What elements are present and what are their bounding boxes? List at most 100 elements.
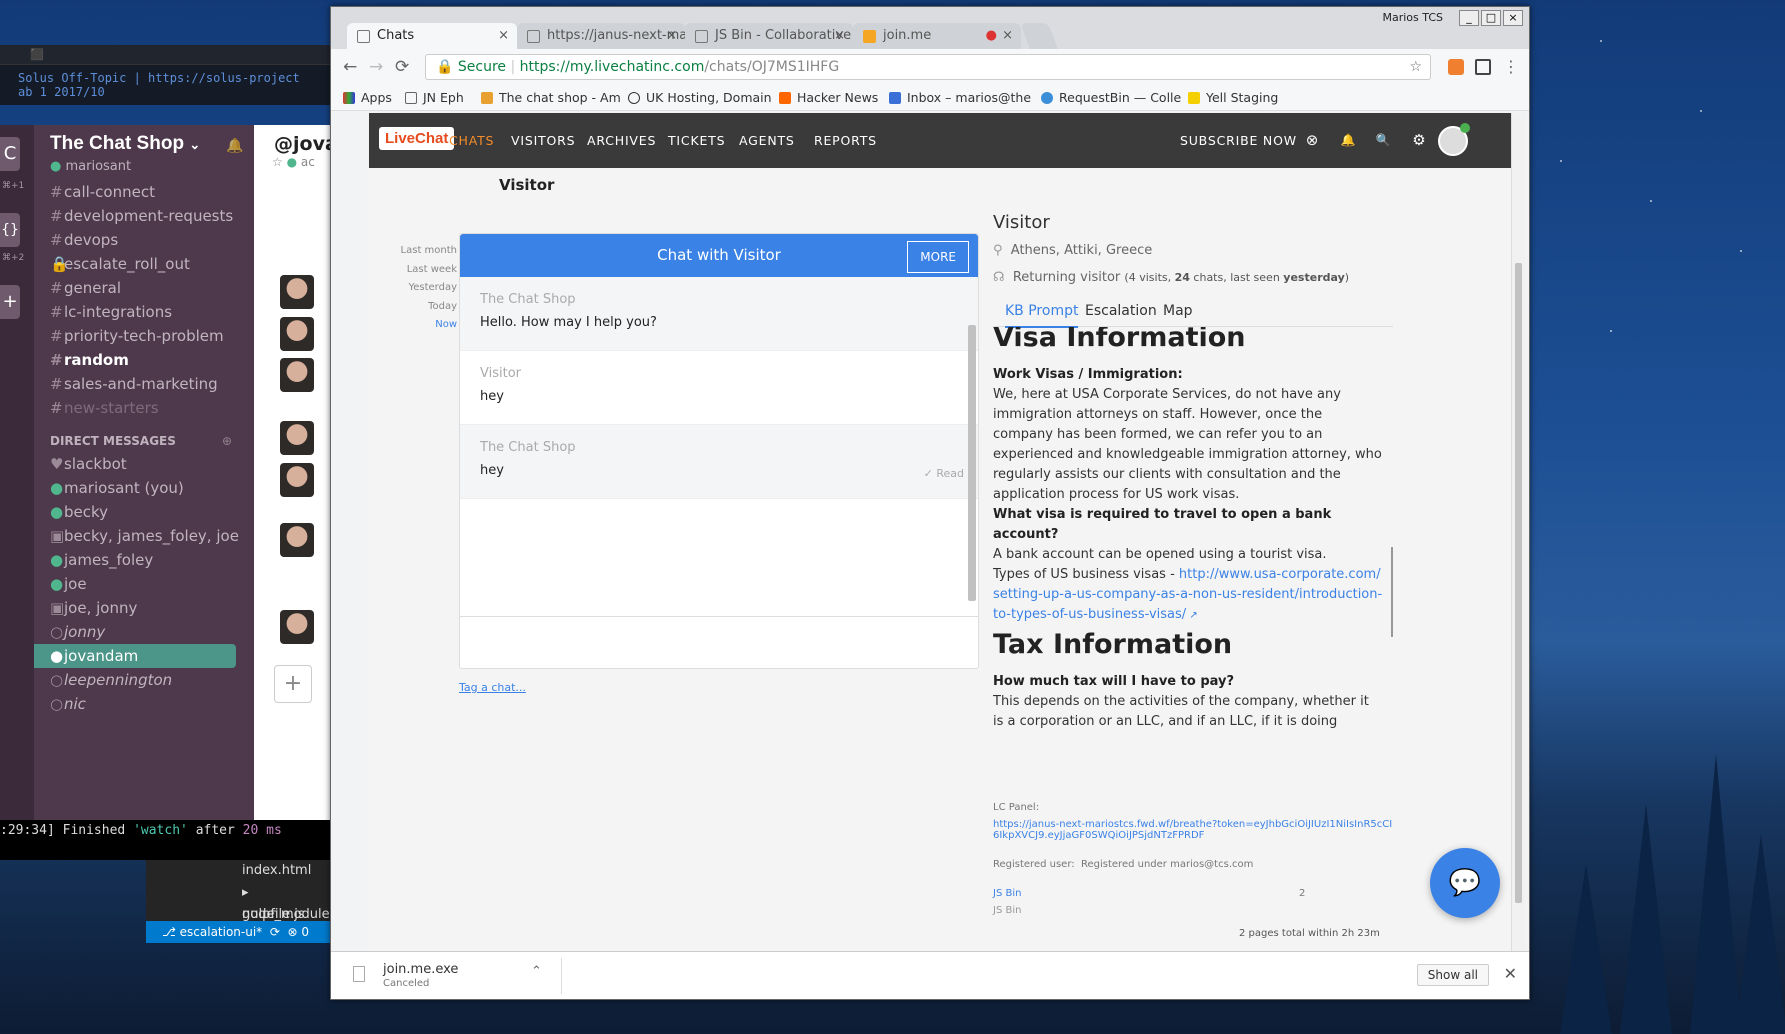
kb-scrollbar[interactable] [1391,547,1393,637]
sidebar-dm-joe[interactable]: ●joe [34,572,254,596]
sidebar-channel-sales-and-marketing[interactable]: #sales-and-marketing [34,372,254,396]
download-filename[interactable]: join.me.exe [383,962,458,977]
timeline-label[interactable]: Today [369,301,457,312]
close-window-button[interactable]: × [1503,10,1523,26]
reload-icon[interactable]: ⟳ [395,57,409,77]
sidebar-channel-general[interactable]: #general [34,276,254,300]
bell-icon[interactable]: 🔔 [226,137,243,154]
sidebar-channel-devops[interactable]: #devops [34,228,254,252]
more-button[interactable]: MORE [907,241,969,273]
tab-kb-prompt[interactable]: KB Prompt [1005,303,1079,328]
bookmark-item[interactable]: Hacker News [779,90,878,105]
extension-icon[interactable] [1475,59,1491,75]
back-icon[interactable]: ← [343,57,357,77]
item-label: becky [64,503,109,521]
chat-message-input[interactable] [460,616,978,668]
bell-icon[interactable]: 🔔 [1337,129,1359,151]
close-icon[interactable]: ✕ [1504,964,1517,983]
sidebar-channel-escalate_roll_out[interactable]: 🔒escalate_roll_out [34,252,254,276]
timeline-label[interactable]: Last week [369,264,457,275]
sync-icon[interactable]: ⟳ [270,925,280,939]
nav-chats[interactable]: CHATS [449,113,494,168]
tab-janus[interactable]: https://janus-next-ma × [517,23,685,49]
help-icon[interactable]: ⊗ [1301,129,1323,151]
page-scrollbar[interactable] [1511,113,1525,952]
sidebar-channel-priority-tech-problem[interactable]: #priority-tech-problem [34,324,254,348]
bookmark-item[interactable]: The chat shop - Am [481,90,621,105]
close-tab-icon[interactable]: × [498,23,509,49]
sidebar-dm-jovandam[interactable]: ●jovandam [34,644,236,668]
add-workspace-button[interactable]: + [0,285,20,319]
jsbin-link[interactable]: JS Bin [993,888,1021,899]
nav-tickets[interactable]: TICKETS [668,113,725,168]
nav-agents[interactable]: AGENTS [739,113,795,168]
maximize-button[interactable]: □ [1481,10,1501,26]
sidebar-dm-leepennington[interactable]: ○leepennington [34,668,254,692]
close-tab-icon[interactable]: × [666,23,677,49]
forward-icon[interactable]: → [369,57,383,77]
gear-icon[interactable]: ⚙ [1408,129,1430,151]
sidebar-dm-slackbot[interactable]: ♥slackbot [34,452,254,476]
sidebar-channel-lc-integrations[interactable]: #lc-integrations [34,300,254,324]
bookmark-star-icon[interactable]: ☆ [1409,55,1422,79]
sidebar-dm-nic[interactable]: ○nic [34,692,254,716]
chat-scrollbar[interactable] [967,277,977,617]
bookmark-item[interactable]: Inbox – marios@the [889,90,1031,105]
error-count[interactable]: ⊗ 0 [288,925,310,939]
sidebar-dm-becky[interactable]: ●becky [34,500,254,524]
bookmark-item[interactable]: RequestBin — Colle [1041,90,1181,105]
add-dm-icon[interactable]: ⊕ [222,434,232,448]
sidebar-channel-call-connect[interactable]: #call-connect [34,180,254,204]
timeline-label[interactable]: Last month [369,245,457,256]
subscribe-now-link[interactable]: SUBSCRIBE NOW [1180,113,1297,168]
show-all-button[interactable]: Show all [1416,964,1489,986]
tab-jsbin[interactable]: JS Bin - Collaborative × [685,23,853,49]
tab-escalation[interactable]: Escalation [1085,303,1157,319]
bookmark-apps[interactable]: Apps [343,90,392,105]
tab-chats[interactable]: Chats × [347,23,517,49]
globe-icon [1041,92,1053,104]
page-icon [405,92,417,104]
tab-joinme[interactable]: join.me ● × [853,23,1021,49]
chat-bubble-button[interactable]: 💬 [1430,848,1500,918]
workspace-c[interactable]: C [0,137,20,171]
workspace-code[interactable]: {} [0,213,20,247]
chevron-up-icon[interactable]: ⌃ [531,964,542,979]
minimize-button[interactable]: _ [1459,10,1479,26]
chat-header: Chat with Visitor MORE [460,234,978,277]
star-icon[interactable]: ☆ [272,155,283,169]
bookmark-item[interactable]: Yell Staging [1188,90,1278,105]
bookmark-item[interactable]: UK Hosting, Domain [628,90,772,105]
close-tab-icon[interactable]: × [834,23,845,49]
compose-plus-button[interactable]: + [274,665,312,703]
tag-chat-link[interactable]: Tag a chat... [459,681,526,694]
sidebar-dm-jonny[interactable]: ○jonny [34,620,254,644]
timeline-label[interactable]: Now [369,319,457,330]
livechat-logo[interactable]: LiveChat [379,127,455,150]
tab-map[interactable]: Map [1163,303,1193,319]
file-item[interactable]: index.html [146,860,340,882]
extension-icon[interactable] [1448,59,1464,75]
folder-item[interactable]: ▸ node_modules [146,882,340,922]
sidebar-dm-mariosant-you-[interactable]: ●mariosant (you) [34,476,254,500]
tab-title: JS Bin - Collaborative [715,28,852,43]
nav-visitors[interactable]: VISITORS [511,113,575,168]
sidebar-channel-development-requests[interactable]: #development-requests [34,204,254,228]
new-tab-button[interactable] [1020,23,1058,49]
menu-icon[interactable]: ⋮ [1503,57,1519,76]
sidebar-channel-random[interactable]: #random [34,348,254,372]
url-input[interactable]: 🔒 Secure | https://my.livechatinc.com/ch… [425,54,1431,80]
timeline-label[interactable]: Yesterday [369,282,457,293]
sidebar-dm-becky-james_foley-joe[interactable]: ▣becky, james_foley, joe [34,524,254,548]
sidebar-dm-joe-jonny[interactable]: ▣joe, jonny [34,596,254,620]
git-branch[interactable]: ⎇ escalation-ui* [162,925,262,939]
nav-reports[interactable]: REPORTS [814,113,877,168]
sidebar-dm-james_foley[interactable]: ●james_foley [34,548,254,572]
search-icon[interactable]: 🔍 [1372,129,1394,151]
lc-panel-link[interactable]: https://janus-next-mariostcs.fwd.wf/brea… [993,819,1392,841]
close-tab-icon[interactable]: × [1002,23,1013,49]
sidebar-channel-new-starters[interactable]: #new-starters [34,396,254,420]
nav-archives[interactable]: ARCHIVES [587,113,656,168]
team-name[interactable]: The Chat Shop ⌄ 🔔 [34,125,254,155]
bookmark-item[interactable]: JN Eph [405,90,464,105]
